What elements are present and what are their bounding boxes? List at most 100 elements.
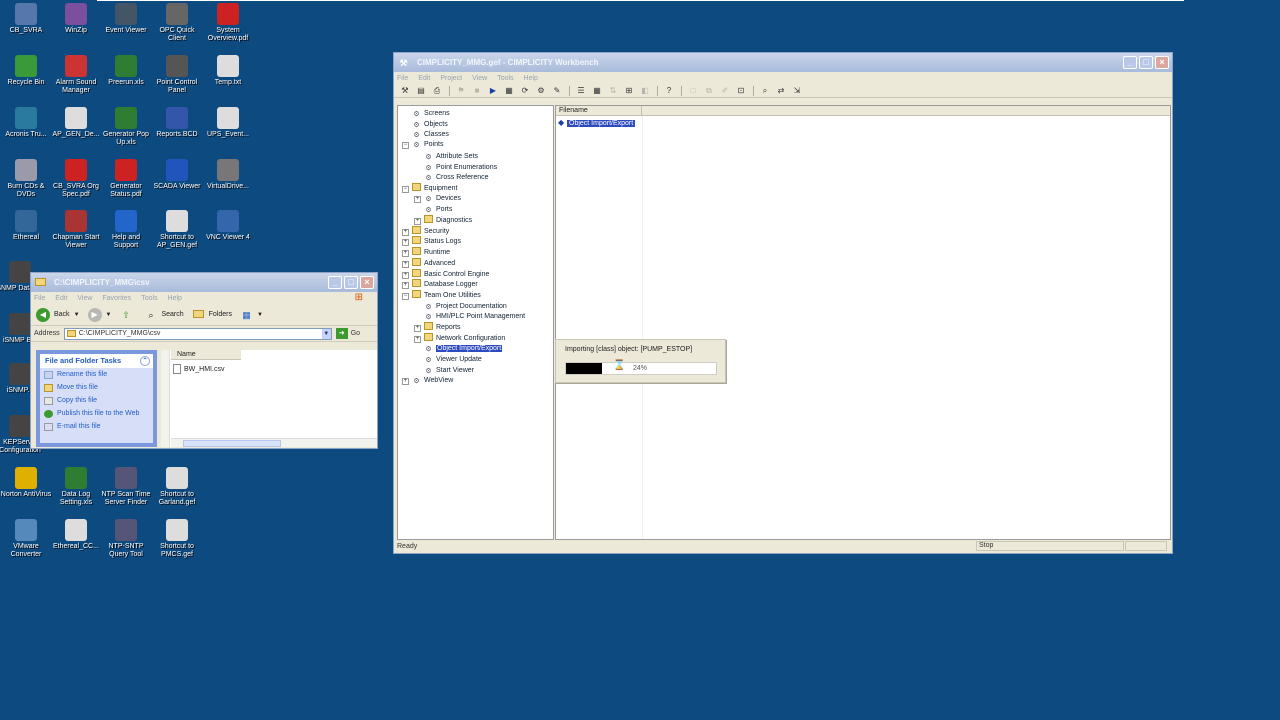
desktop-icon[interactable]: VMware Converter	[0, 519, 52, 559]
task-rename[interactable]: Rename this file	[40, 368, 153, 381]
chevron-down-icon[interactable]: ▼	[321, 328, 331, 339]
refresh-icon[interactable]: ⟳	[519, 86, 531, 96]
tree-item[interactable]: + Network Configuration	[414, 332, 505, 343]
collapse-icon[interactable]: −	[402, 292, 409, 300]
desktop-icon[interactable]: Data Log Setting.xls	[50, 467, 102, 507]
task-move[interactable]: Move this file	[40, 381, 153, 394]
new-icon[interactable]: □	[687, 86, 699, 96]
view-icon[interactable]: ◧	[639, 86, 651, 96]
vertical-scrollbar[interactable]	[161, 350, 170, 447]
tasks-header[interactable]: File and Folder Tasks ⌃	[40, 354, 153, 368]
desktop-icon[interactable]: Acronis Tru...	[0, 107, 52, 139]
tree-item[interactable]: ⚙ Viewer Update	[414, 354, 481, 364]
tools-icon[interactable]: ✎	[551, 86, 563, 96]
tree-item[interactable]: ⚙ HMI/PLC Point Management	[414, 311, 525, 321]
desktop-icon[interactable]: NTP-SNTP Query Tool	[100, 519, 152, 559]
stop-project-icon[interactable]: ⚑	[455, 86, 467, 96]
configure-icon[interactable]: ▦	[503, 86, 515, 96]
expand-icon[interactable]: +	[402, 282, 409, 290]
desktop-icon[interactable]: NTP Scan Time Server Finder	[100, 467, 152, 507]
name-column-header[interactable]: Name	[171, 350, 241, 360]
desktop-icon[interactable]: Alarm Sound Manager	[50, 55, 102, 95]
close-button[interactable]: ×	[360, 276, 374, 289]
desktop-icon[interactable]: VNC Viewer 4	[202, 210, 254, 242]
desktop-icon[interactable]: Chapman Start Viewer	[50, 210, 102, 250]
stop-icon[interactable]: ■	[471, 86, 483, 96]
views-button[interactable]: ▦ ▼	[240, 309, 263, 321]
settings-icon[interactable]: ⚙	[535, 86, 547, 96]
help-icon[interactable]: ?	[663, 86, 675, 96]
maximize-button[interactable]: □	[344, 276, 358, 289]
desktop-icon[interactable]: Help and Support	[100, 210, 152, 250]
tree-item[interactable]: ⚙ Object Import/Export	[414, 343, 503, 353]
menu-view[interactable]: View	[77, 295, 92, 302]
scrollbar-thumb[interactable]	[183, 440, 281, 447]
close-button[interactable]: ×	[1155, 56, 1169, 69]
tree-item[interactable]: ⚙ Cross Reference	[414, 172, 488, 182]
tree-item[interactable]: + Basic Control Engine	[402, 268, 489, 279]
desktop-icon[interactable]: Point Control Panel	[151, 55, 203, 95]
open-icon[interactable]: ▤	[415, 86, 427, 96]
menu-edit[interactable]: Edit	[55, 295, 67, 302]
go-button[interactable]: ➜ Go	[335, 328, 360, 339]
menu-tools[interactable]: Tools	[497, 75, 513, 82]
tree-item[interactable]: − Team One Utilities	[402, 289, 481, 300]
explorer-titlebar[interactable]: C:\CIMPLICITY_MMG\csv _ □ ×	[31, 273, 377, 292]
desktop-icon[interactable]: Shortcut to Garland.gef	[151, 467, 203, 507]
edit-icon[interactable]: ✐	[719, 86, 731, 96]
project-icon[interactable]: ⚒	[399, 86, 411, 96]
desktop-icon[interactable]: CB_SVRA Org Spec.pdf	[50, 159, 102, 199]
menu-edit[interactable]: Edit	[418, 75, 430, 82]
tree-item[interactable]: + Status Logs	[402, 236, 461, 247]
tree-item[interactable]: ⚙ Point Enumerations	[414, 162, 497, 172]
tree-item[interactable]: + Diagnostics	[414, 215, 472, 225]
desktop-icon[interactable]: OPC Quick Client	[151, 3, 203, 43]
menu-view[interactable]: View	[472, 75, 487, 82]
tree-item[interactable]: ⚙ Project Documentation	[414, 301, 506, 311]
desktop-icon[interactable]: AP_GEN_De...	[50, 107, 102, 139]
up-folder-button[interactable]: ⇧	[119, 309, 136, 321]
desktop-icon[interactable]: Ethereal_CC...	[50, 519, 102, 551]
list-view-icon[interactable]: ☰	[575, 86, 587, 96]
search-button[interactable]: ⌕ Search	[144, 309, 183, 321]
minimize-button[interactable]: _	[328, 276, 342, 289]
desktop-icon[interactable]: Temp.txt	[202, 55, 254, 87]
horizontal-scrollbar[interactable]	[171, 438, 377, 447]
tree-item[interactable]: ⚙ Screens	[402, 108, 449, 118]
tree-item[interactable]: ⚙ Ports	[414, 204, 452, 214]
desktop-icon[interactable]: System Overview.pdf	[202, 3, 254, 43]
desktop-icon[interactable]: Recycle Bin	[0, 55, 52, 87]
details-view-icon[interactable]: ▦	[591, 86, 603, 96]
copy-icon[interactable]: ⧉	[703, 86, 715, 96]
properties-icon[interactable]: ⊡	[735, 86, 747, 96]
desktop-icon[interactable]: Shortcut to AP_GEN.gef	[151, 210, 203, 250]
tree-item[interactable]: + ⚙ Devices	[414, 194, 461, 204]
desktop-icon[interactable]: WinZip	[50, 3, 102, 35]
expand-icon[interactable]: +	[402, 271, 409, 279]
collapse-icon[interactable]: −	[402, 185, 409, 193]
expand-icon[interactable]: +	[414, 218, 421, 225]
desktop-icon[interactable]: VirtualDrive...	[202, 159, 254, 191]
task-copy[interactable]: Copy this file	[40, 394, 153, 407]
back-button[interactable]: ◀ Back ▼	[36, 307, 80, 322]
filter-icon[interactable]: ⊞	[623, 86, 635, 96]
desktop-icon[interactable]: Burn CDs & DVDs	[0, 159, 52, 199]
expand-icon[interactable]: +	[402, 228, 409, 236]
desktop-icon[interactable]: Generator Pop Up.xls	[100, 107, 152, 147]
tree-item[interactable]: ⚙ Start Viewer	[414, 365, 474, 375]
address-input[interactable]: C:\CIMPLICITY_MMG\csv ▼	[63, 327, 332, 340]
desktop-icon[interactable]: UPS_Event...	[202, 107, 254, 139]
task-email[interactable]: E-mail this file	[40, 420, 153, 433]
list-item[interactable]: ◆ Object Import/Export	[558, 119, 636, 129]
collapse-icon[interactable]: −	[402, 142, 409, 150]
tree-item[interactable]: ⚙ Classes	[402, 129, 449, 139]
menu-help[interactable]: Help	[168, 295, 182, 302]
expand-icon[interactable]: +	[414, 195, 421, 203]
task-publish[interactable]: Publish this file to the Web	[40, 407, 153, 420]
run-icon[interactable]: ▶	[487, 86, 499, 96]
tree-item[interactable]: − ⚙ Points	[402, 140, 443, 150]
menu-tools[interactable]: Tools	[141, 295, 157, 302]
desktop-icon[interactable]: Event Viewer	[100, 3, 152, 35]
tree-item[interactable]: + Runtime	[402, 247, 450, 258]
desktop-icon[interactable]: Ethereal	[0, 210, 52, 242]
